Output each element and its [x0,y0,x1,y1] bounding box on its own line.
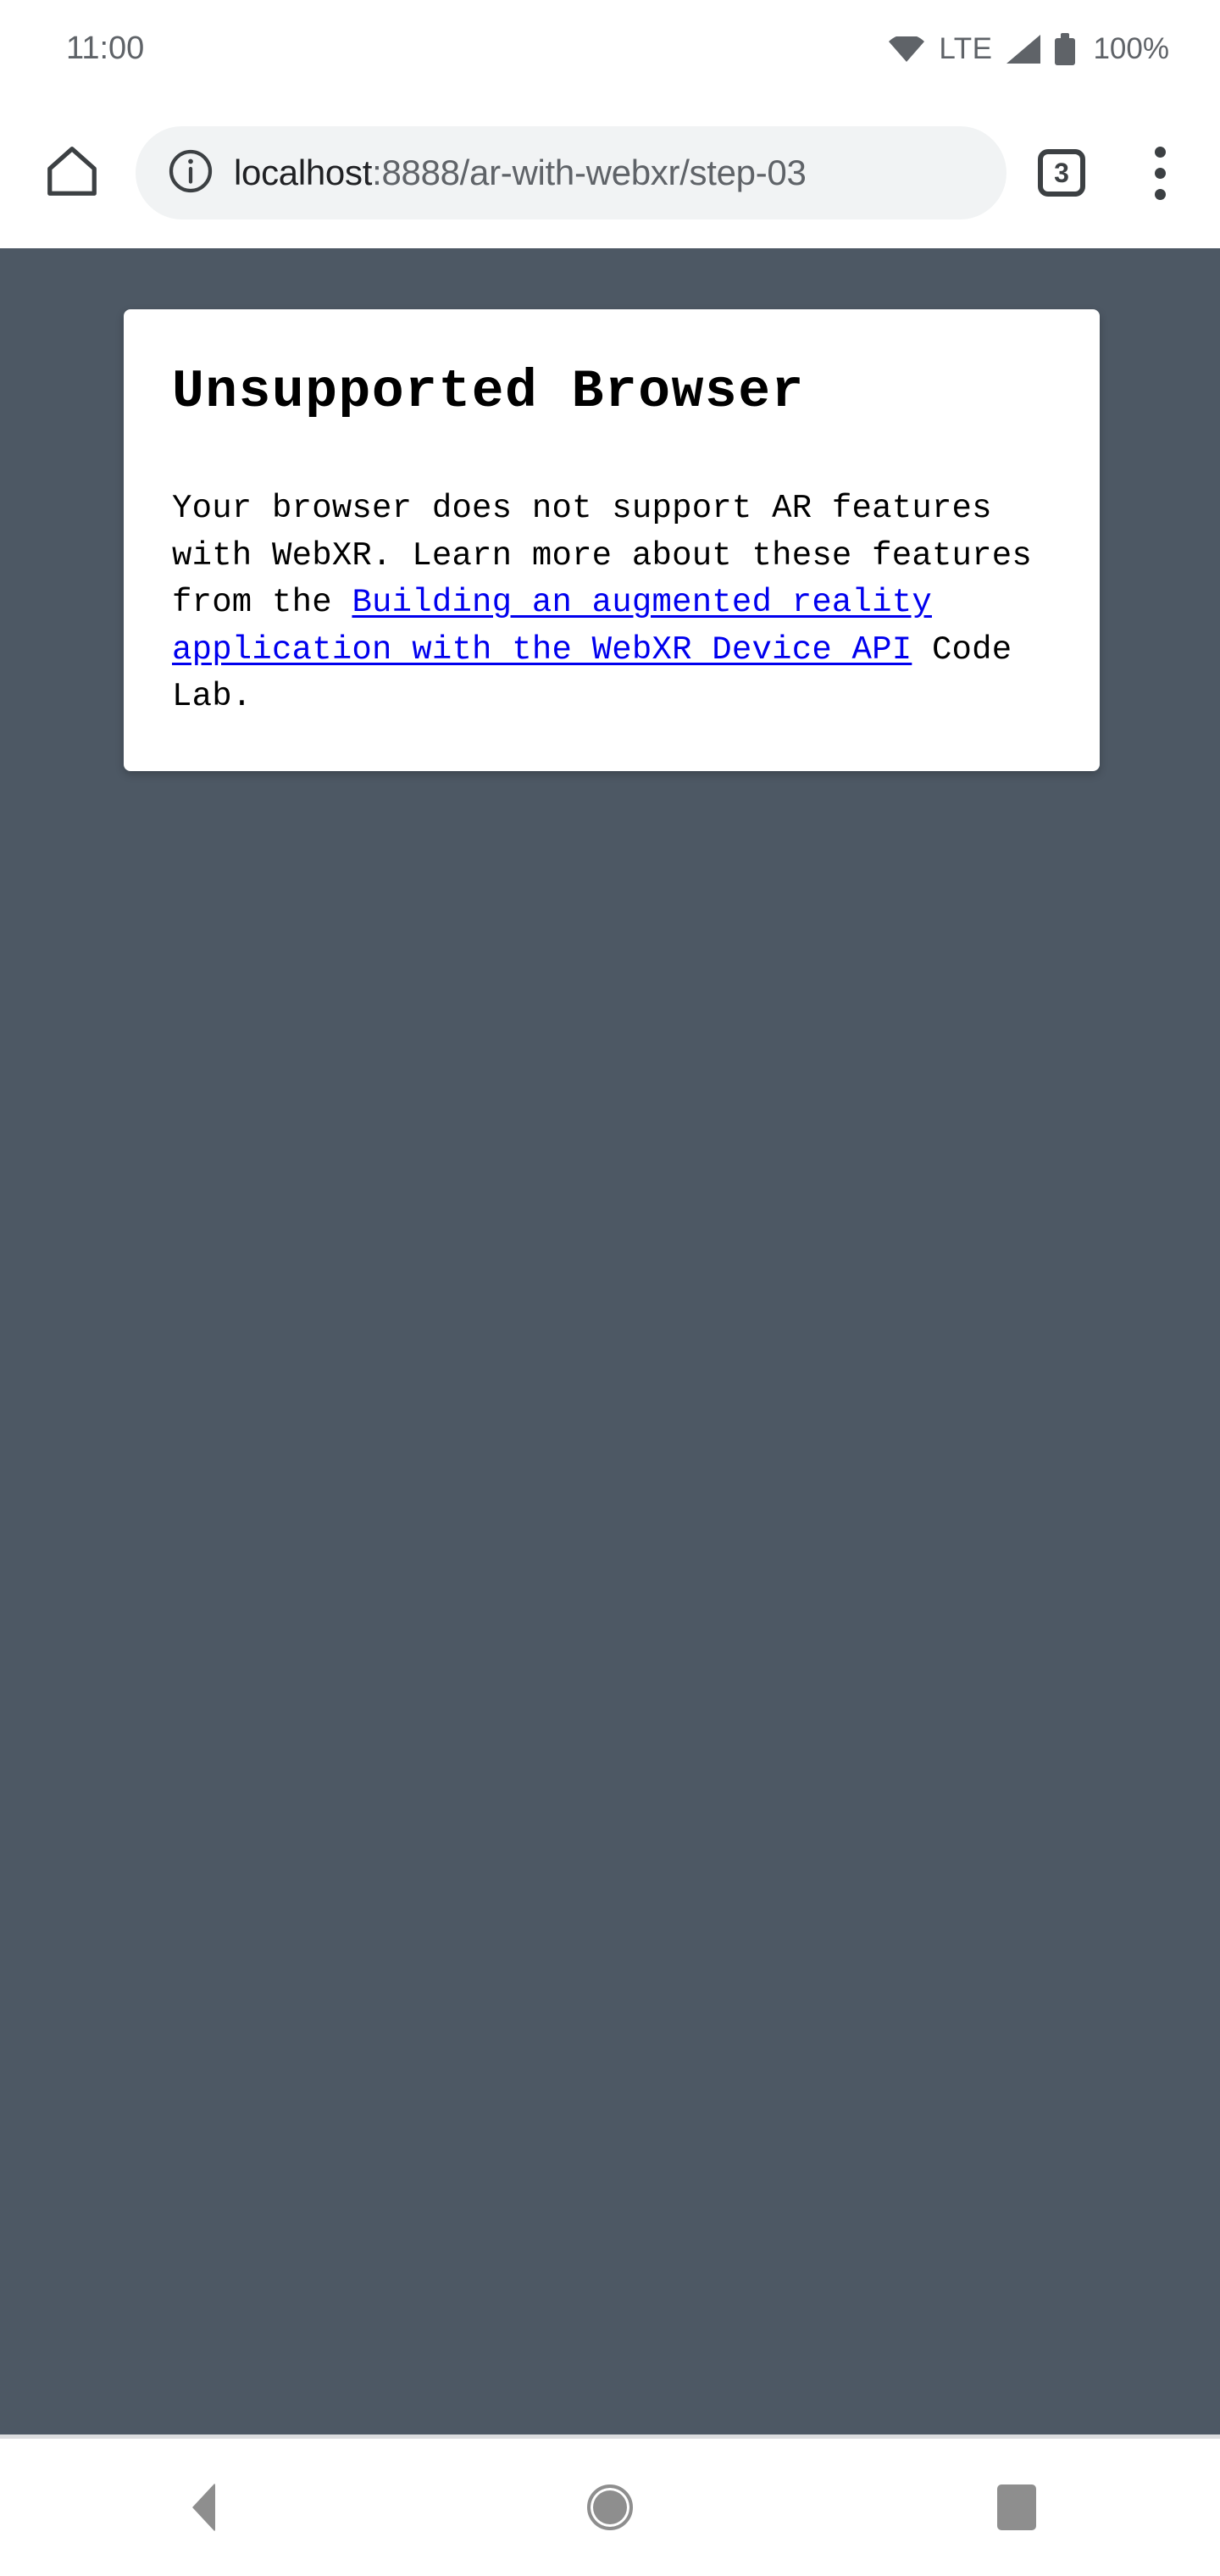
phone-screen: 11:00 LTE 100% localhost:8888/ar-with-we… [0,0,1220,2576]
cellular-signal-icon [1006,34,1041,64]
overflow-menu-icon-dot-2 [1154,167,1166,179]
wifi-icon [889,36,925,62]
card-body-text: Your browser does not support AR feature… [172,486,1052,720]
nav-recents-button[interactable] [813,2439,1220,2576]
home-icon [42,142,102,205]
tab-counter-button[interactable]: 3 [1015,126,1108,219]
home-circle-icon [587,2484,633,2530]
overflow-menu-icon-dot-3 [1154,188,1166,200]
network-type-label: LTE [939,31,993,65]
omnibox[interactable]: localhost:8888/ar-with-webxr/step-03 [136,126,1006,219]
unsupported-browser-card: Unsupported Browser Your browser does no… [124,309,1100,772]
battery-percent-label: 100% [1093,31,1169,65]
omnibox-url-host: localhost [234,153,373,192]
omnibox-url-text[interactable]: localhost:8888/ar-with-webxr/step-03 [234,153,1006,193]
back-triangle-icon [191,2483,215,2532]
recents-square-icon [997,2484,1036,2530]
browser-toolbar: localhost:8888/ar-with-webxr/step-03 3 [0,97,1220,248]
overflow-menu-button[interactable] [1110,123,1210,223]
status-clock: 11:00 [66,31,145,66]
web-page-viewport: Unsupported Browser Your browser does no… [0,248,1220,2434]
nav-home-button[interactable] [407,2439,813,2576]
nav-back-button[interactable] [0,2439,407,2576]
omnibox-url-path: :8888/ar-with-webxr/step-03 [372,153,807,192]
tab-count-box: 3 [1038,149,1085,197]
android-navigation-bar [0,2439,1220,2576]
status-indicators: LTE 100% [889,32,1169,66]
page-title: Unsupported Browser [172,362,805,422]
battery-icon [1055,32,1076,65]
site-info-button[interactable] [159,142,222,204]
tab-count-label: 3 [1054,158,1069,188]
status-bar: 11:00 LTE 100% [0,0,1220,97]
overflow-menu-icon-dot-1 [1154,146,1166,158]
home-button[interactable] [20,121,124,225]
info-circle-icon [165,146,216,201]
